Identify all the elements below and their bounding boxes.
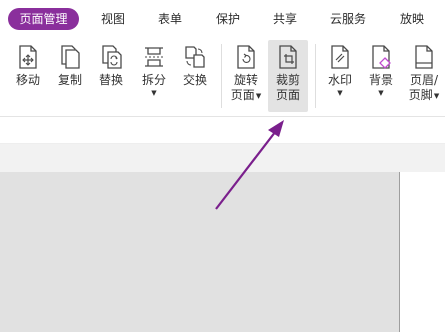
rotate-page-label-line1: 旋转	[233, 73, 258, 87]
replace-page-icon	[102, 45, 122, 69]
move-page-icon	[19, 45, 37, 69]
ribbon-separator	[221, 44, 222, 108]
rotate-page-label-line2: 页面	[230, 88, 255, 102]
rotate-page-button[interactable]: 旋转 页面▼	[226, 40, 266, 112]
ribbon-toolbar: 移动 复制 替换 拆分 ▼ 交换 旋转 页面▼ 裁剪 页面 水印 ▼ 背景 ▼ …	[0, 36, 445, 116]
watermark-label: 水印	[327, 73, 352, 87]
replace-label: 替换	[98, 73, 123, 87]
copy-button[interactable]: 复制	[50, 40, 90, 112]
split-button[interactable]: 拆分 ▼	[134, 40, 174, 112]
toolbar-strip	[0, 117, 445, 143]
header-footer-label: 页眉/ 页脚▼	[409, 73, 439, 103]
copy-page-icon	[61, 45, 80, 69]
background-button[interactable]: 背景 ▼	[361, 40, 401, 112]
background-icon	[372, 45, 391, 69]
header-footer-label-line2: 页脚	[408, 88, 433, 102]
rotate-page-icon	[237, 45, 255, 69]
tab-view[interactable]: 视图	[101, 9, 125, 29]
tab-presentation[interactable]: 放映	[400, 9, 424, 29]
header-footer-dropdown-caret-icon: ▼	[433, 92, 440, 100]
document-canvas	[0, 172, 445, 332]
tab-cloud-service[interactable]: 云服务	[330, 9, 366, 29]
ribbon-tab-bar: 页面管理 视图 表单 保护 共享 云服务 放映	[0, 0, 445, 36]
watermark-dropdown-caret-icon: ▼	[337, 89, 343, 97]
crop-page-label: 裁剪 页面	[276, 73, 300, 103]
header-footer-label-line1: 页眉/	[409, 73, 439, 87]
crop-page-label-line1: 裁剪	[275, 73, 300, 87]
ribbon-separator	[315, 44, 316, 108]
header-footer-button[interactable]: 页眉/ 页脚▼	[404, 40, 444, 112]
watermark-button[interactable]: 水印 ▼	[320, 40, 360, 112]
background-label: 背景	[368, 73, 393, 87]
split-label: 拆分	[141, 73, 166, 87]
move-label: 移动	[15, 73, 40, 87]
swap-pages-icon	[185, 46, 205, 68]
split-icon	[145, 47, 163, 67]
crop-page-label-line2: 页面	[275, 88, 300, 102]
swap-button[interactable]: 交换	[175, 40, 215, 112]
tab-protect[interactable]: 保护	[216, 9, 240, 29]
tab-page-management[interactable]: 页面管理	[8, 8, 79, 30]
rotate-dropdown-caret-icon: ▼	[255, 92, 262, 100]
swap-label: 交换	[182, 73, 207, 87]
document-page	[399, 172, 445, 332]
watermark-icon	[331, 45, 349, 69]
move-button[interactable]: 移动	[8, 40, 48, 112]
tab-strip	[0, 143, 445, 173]
rotate-page-label: 旋转 页面▼	[231, 73, 261, 103]
background-dropdown-caret-icon: ▼	[378, 89, 384, 97]
tab-share[interactable]: 共享	[273, 9, 297, 29]
tab-form[interactable]: 表单	[158, 9, 182, 29]
copy-label: 复制	[57, 73, 82, 87]
replace-button[interactable]: 替换	[91, 40, 131, 112]
crop-page-button[interactable]: 裁剪 页面	[268, 40, 308, 112]
crop-page-icon	[279, 45, 297, 69]
split-dropdown-caret-icon: ▼	[151, 89, 157, 97]
header-footer-icon	[415, 45, 433, 69]
